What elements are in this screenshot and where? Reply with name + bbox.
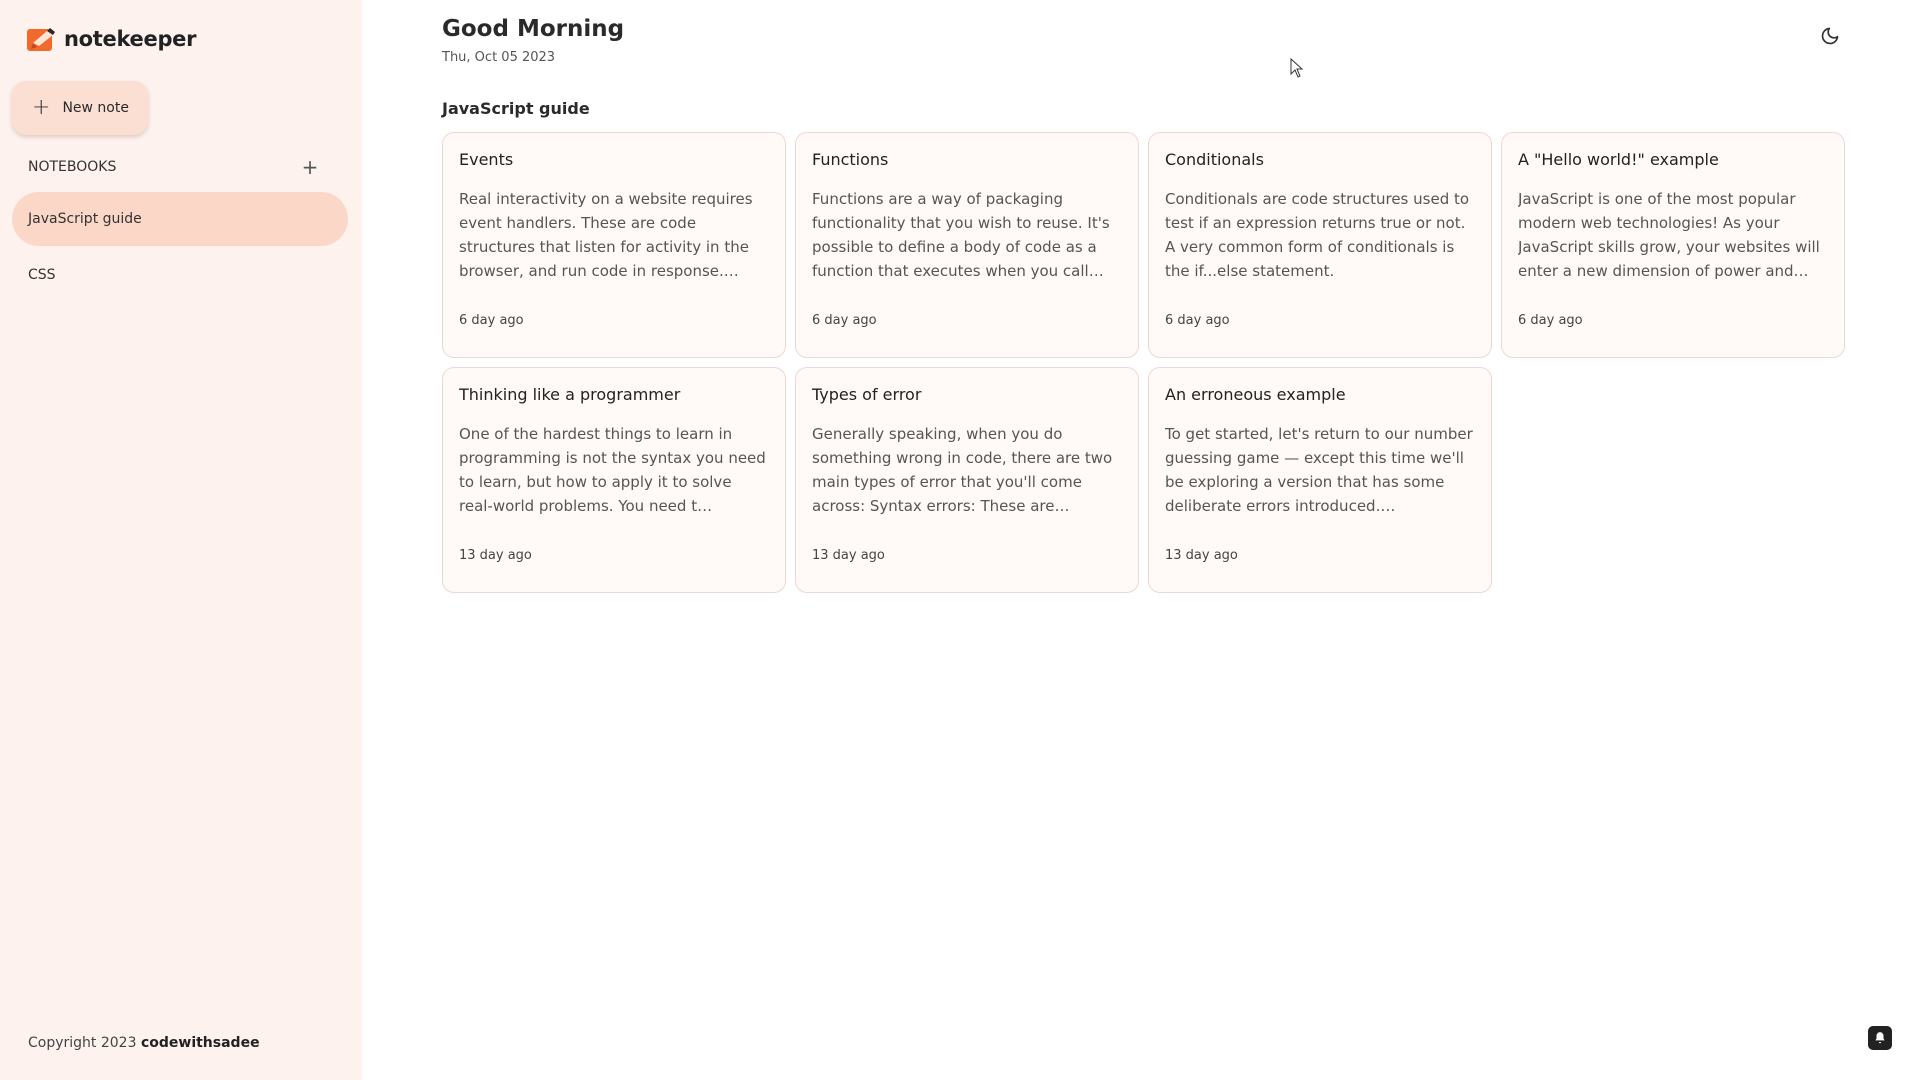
sidebar-item-javascript-guide[interactable]: JavaScript guide	[12, 192, 348, 246]
note-title: Types of error	[812, 385, 922, 404]
note-title: A "Hello world!" example	[1518, 150, 1719, 169]
note-card[interactable]: Types of error Generally speaking, when …	[795, 367, 1139, 593]
note-text: JavaScript is one of the most popular mo…	[1518, 190, 1820, 280]
current-date: Thu, Oct 05 2023	[442, 50, 556, 65]
copyright-prefix: Copyright 2023	[28, 1035, 137, 1051]
note-time: 13 day ago	[812, 548, 885, 563]
sidebar-item-css[interactable]: CSS	[12, 248, 348, 302]
notification-bell-icon[interactable]	[1868, 1026, 1892, 1050]
note-time: 6 day ago	[1165, 313, 1230, 328]
new-note-label: New note	[62, 100, 129, 116]
brand[interactable]: notekeeper	[27, 26, 196, 52]
moon-icon	[1821, 27, 1839, 45]
note-title: Thinking like a programmer	[459, 385, 681, 404]
note-title: Events	[459, 150, 514, 169]
main-content: Good Morning Thu, Oct 05 2023 JavaScript…	[362, 0, 1920, 1080]
page-title: Good Morning	[442, 16, 625, 42]
copyright: Copyright 2023 codewithsadee	[28, 1035, 260, 1051]
sidebar-item-label: CSS	[28, 267, 56, 283]
note-card[interactable]: Thinking like a programmer One of the ha…	[442, 367, 786, 593]
notebook-title: JavaScript guide	[442, 99, 590, 118]
note-title: Conditionals	[1165, 150, 1264, 169]
sidebar-item-label: JavaScript guide	[28, 211, 142, 227]
sidebar: notekeeper + New note NOTEBOOKS + JavaSc…	[0, 0, 362, 1080]
note-card[interactable]: An erroneous example To get started, let…	[1148, 367, 1492, 593]
new-note-button[interactable]: + New note	[12, 81, 148, 135]
note-time: 6 day ago	[459, 313, 524, 328]
note-time: 13 day ago	[459, 548, 532, 563]
copyright-author-link[interactable]: codewithsadee	[141, 1035, 260, 1051]
notes-grid: Events Real interactivity on a website r…	[442, 132, 1845, 593]
notebooks-header: NOTEBOOKS +	[28, 155, 320, 179]
note-time: 13 day ago	[1165, 548, 1238, 563]
note-title: Functions	[812, 150, 889, 169]
theme-toggle-button[interactable]	[1814, 20, 1846, 52]
note-card[interactable]: Events Real interactivity on a website r…	[442, 132, 786, 358]
note-title: An erroneous example	[1165, 385, 1346, 404]
note-text: Conditionals are code structures used to…	[1165, 190, 1470, 280]
bell-icon	[1875, 1032, 1885, 1044]
logo-icon	[27, 28, 55, 51]
note-text: Real interactivity on a website requires…	[459, 190, 753, 280]
note-text: To get started, let's return to our numb…	[1165, 425, 1473, 515]
note-text: Functions are a way of packaging functio…	[812, 190, 1110, 280]
note-text: One of the hardest things to learn in pr…	[459, 425, 766, 515]
note-card[interactable]: A "Hello world!" example JavaScript is o…	[1501, 132, 1845, 358]
add-notebook-button[interactable]: +	[300, 155, 320, 179]
notebooks-header-label: NOTEBOOKS	[28, 159, 117, 175]
note-time: 6 day ago	[812, 313, 877, 328]
note-card[interactable]: Conditionals Conditionals are code struc…	[1148, 132, 1492, 358]
mouse-cursor-icon	[1290, 58, 1304, 78]
note-time: 6 day ago	[1518, 313, 1583, 328]
note-card[interactable]: Functions Functions are a way of packagi…	[795, 132, 1139, 358]
note-text: Generally speaking, when you do somethin…	[812, 425, 1113, 515]
brand-name: notekeeper	[64, 27, 197, 51]
plus-icon: +	[32, 95, 51, 120]
app-root: notekeeper + New note NOTEBOOKS + JavaSc…	[0, 0, 1920, 1080]
